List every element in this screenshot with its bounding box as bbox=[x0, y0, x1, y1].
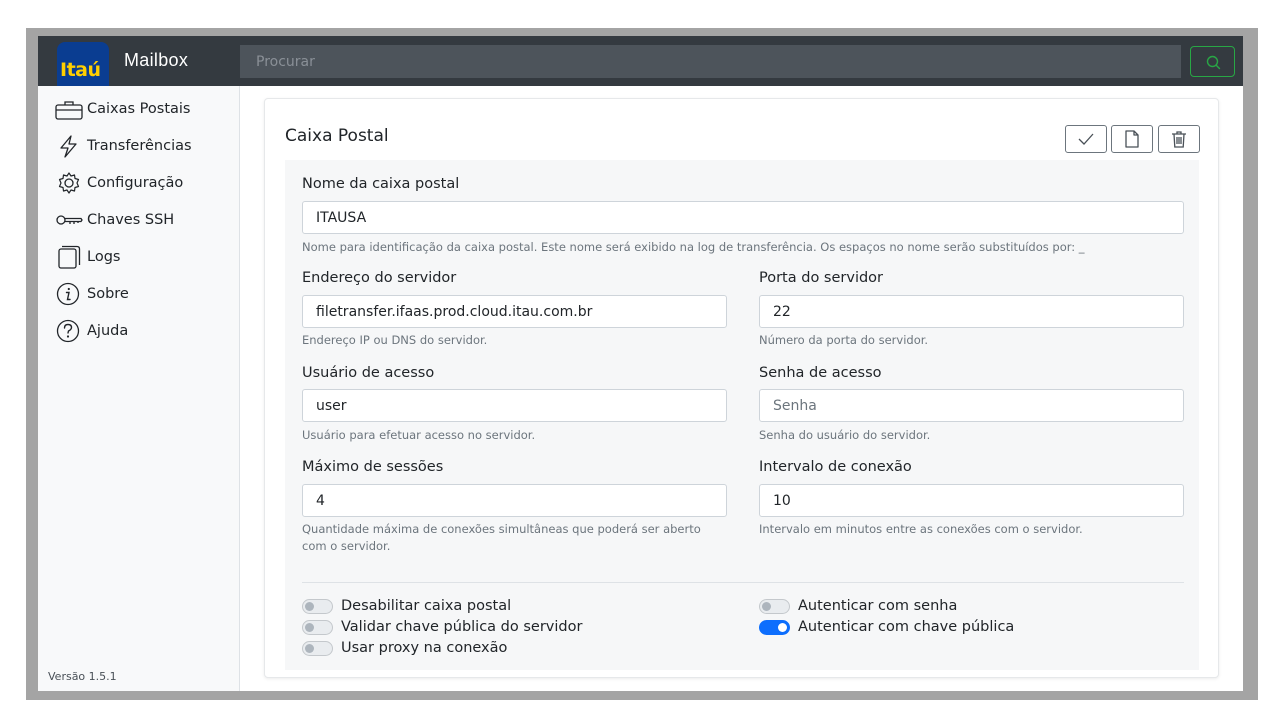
switch-label: Validar chave pública do servidor bbox=[341, 619, 583, 635]
check-icon bbox=[1078, 133, 1094, 145]
switch-knob bbox=[305, 643, 314, 653]
switch-knob bbox=[305, 622, 314, 632]
switch-knob bbox=[762, 601, 771, 611]
interval-help: Intervalo em minutos entre as conexões c… bbox=[759, 522, 1083, 536]
switch-label: Desabilitar caixa postal bbox=[341, 598, 512, 614]
switch-track[interactable] bbox=[302, 619, 333, 635]
app-version: Versão 1.5.1 bbox=[48, 670, 117, 683]
server-port-help: Número da porta do servidor. bbox=[759, 333, 929, 347]
sidebar-item-label: Configuração bbox=[87, 175, 184, 191]
name-input[interactable] bbox=[302, 201, 1184, 234]
sidebar-item-sobre[interactable]: Sobre bbox=[55, 281, 129, 307]
search-icon bbox=[1206, 55, 1221, 70]
name-label: Nome da caixa postal bbox=[302, 176, 460, 192]
switch-validate-server-key[interactable]: Validar chave pública do servidor bbox=[302, 617, 582, 637]
page-title: Caixa Postal bbox=[285, 126, 389, 146]
max-sessions-help: Quantidade máxima de conexões simultânea… bbox=[302, 522, 701, 536]
sidebar-item-label: Transferências bbox=[87, 138, 192, 154]
sidebar-item-label: Chaves SSH bbox=[87, 212, 175, 228]
mailbox-icon bbox=[55, 101, 83, 120]
max-sessions-input[interactable] bbox=[302, 484, 727, 517]
sidebar-item-logs[interactable]: Logs bbox=[55, 244, 120, 270]
server-address-label: Endereço do servidor bbox=[302, 270, 457, 286]
password-help: Senha do usuário do servidor. bbox=[759, 428, 931, 442]
sidebar-item-ajuda[interactable]: Ajuda bbox=[55, 318, 128, 344]
question-icon bbox=[56, 319, 80, 343]
server-port-label: Porta do servidor bbox=[759, 270, 884, 286]
file-icon bbox=[1125, 130, 1139, 148]
sidebar-item-label: Logs bbox=[87, 249, 121, 265]
delete-button[interactable] bbox=[1158, 125, 1200, 153]
main-content: Caixa Postal Nome da caixa postal Nom bbox=[240, 86, 1243, 691]
search-button[interactable] bbox=[1190, 46, 1235, 77]
switch-track[interactable] bbox=[759, 619, 790, 635]
username-input[interactable] bbox=[302, 389, 727, 422]
sidebar-item-transferencias[interactable]: Transferências bbox=[55, 133, 192, 159]
switch-track[interactable] bbox=[302, 598, 333, 614]
sidebar-item-configuracao[interactable]: Configuração bbox=[55, 170, 183, 196]
interval-label: Intervalo de conexão bbox=[759, 459, 912, 475]
sidebar-item-label: Sobre bbox=[87, 286, 129, 302]
username-label: Usuário de acesso bbox=[302, 365, 435, 381]
trash-icon bbox=[1172, 131, 1186, 148]
lightning-icon bbox=[60, 135, 77, 158]
info-icon bbox=[56, 282, 80, 306]
username-help: Usuário para efetuar acesso no servidor. bbox=[302, 428, 536, 442]
server-port-input[interactable] bbox=[759, 295, 1184, 328]
max-sessions-label: Máximo de sessões bbox=[302, 459, 444, 475]
key-icon bbox=[56, 215, 83, 225]
password-label: Senha de acesso bbox=[759, 365, 882, 381]
form-divider bbox=[302, 582, 1184, 583]
switch-label: Autenticar com chave pública bbox=[798, 619, 1015, 635]
max-sessions-help-continued: com o servidor. bbox=[302, 539, 391, 553]
brand-logo-text: Itaú bbox=[60, 59, 101, 81]
name-help: Nome para identificação da caixa postal.… bbox=[302, 240, 1085, 254]
switch-knob bbox=[305, 601, 314, 611]
sidebar-item-caixas-postais[interactable]: Caixas Postais bbox=[55, 96, 190, 122]
app-window: Itaú Mailbox Caixas Postais Transferênci… bbox=[38, 36, 1243, 691]
sidebar-item-chaves-ssh[interactable]: Chaves SSH bbox=[55, 207, 174, 233]
top-navbar: Itaú Mailbox bbox=[38, 36, 1243, 86]
interval-input[interactable] bbox=[759, 484, 1184, 517]
switch-track[interactable] bbox=[759, 598, 790, 614]
switch-auth-password[interactable]: Autenticar com senha bbox=[759, 596, 957, 616]
switch-track[interactable] bbox=[302, 640, 333, 656]
save-button[interactable] bbox=[1065, 125, 1107, 153]
switch-label: Autenticar com senha bbox=[798, 598, 958, 614]
server-address-input[interactable] bbox=[302, 295, 727, 328]
password-input[interactable] bbox=[759, 389, 1184, 422]
server-address-help: Endereço IP ou DNS do servidor. bbox=[302, 333, 488, 347]
switch-use-proxy[interactable]: Usar proxy na conexão bbox=[302, 638, 507, 658]
mailbox-card: Caixa Postal Nome da caixa postal Nom bbox=[264, 98, 1219, 678]
new-button[interactable] bbox=[1111, 125, 1153, 153]
switch-disable-mailbox[interactable]: Desabilitar caixa postal bbox=[302, 596, 511, 616]
files-icon bbox=[58, 245, 81, 269]
sidebar: Caixas Postais Transferências Configuraç… bbox=[38, 86, 240, 691]
switch-auth-public-key[interactable]: Autenticar com chave pública bbox=[759, 617, 1014, 637]
brand-logo[interactable]: Itaú bbox=[57, 42, 109, 86]
sidebar-item-label: Caixas Postais bbox=[87, 101, 191, 117]
sidebar-item-label: Ajuda bbox=[87, 323, 129, 339]
search-input[interactable] bbox=[240, 45, 1181, 78]
switch-label: Usar proxy na conexão bbox=[341, 640, 508, 656]
mailbox-form: Nome da caixa postal Nome para identific… bbox=[285, 160, 1199, 670]
gear-icon bbox=[58, 172, 80, 194]
switch-knob bbox=[778, 622, 787, 632]
app-title: Mailbox bbox=[124, 50, 189, 70]
